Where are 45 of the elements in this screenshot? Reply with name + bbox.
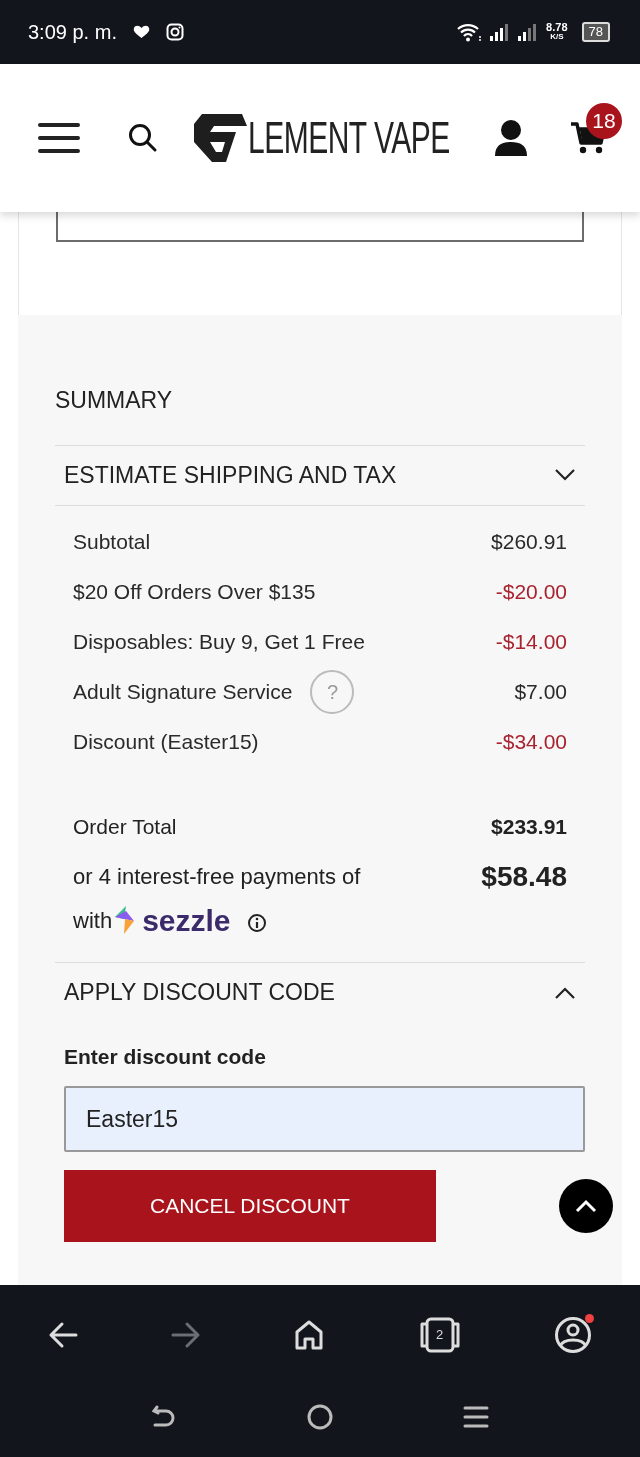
summary-amount: -$34.00	[495, 728, 567, 755]
user-icon[interactable]	[492, 119, 530, 157]
summary-amount: -$20.00	[495, 578, 567, 605]
battery-indicator: 78	[581, 22, 610, 42]
signal-icon	[490, 23, 511, 41]
signal-icon	[518, 23, 539, 41]
home-icon[interactable]	[293, 1319, 325, 1351]
with-text: with	[73, 906, 113, 935]
clock-time: 3:09 p. m.	[28, 20, 117, 45]
shipping-section-header[interactable]: ESTIMATE SHIPPING AND TAX	[55, 444, 585, 506]
heart-icon	[132, 25, 150, 39]
network-speed: 8.78	[546, 22, 568, 32]
order-total-amount: $233.91	[491, 813, 567, 840]
speed-unit: K/S	[550, 32, 564, 42]
installment-text: or 4 interest-free payments of	[73, 863, 361, 891]
summary-amount: -$14.00	[495, 628, 567, 655]
discount-code-field[interactable]: Easter15	[64, 1086, 585, 1152]
field-label: Enter discount code	[63, 1043, 267, 1070]
cart-count-badge: 18	[586, 103, 622, 139]
recent-apps-icon[interactable]	[463, 1404, 489, 1430]
system-home-icon[interactable]	[307, 1404, 333, 1430]
back-arrow-icon[interactable]	[48, 1321, 78, 1349]
wifi-icon	[456, 22, 483, 42]
search-icon[interactable]	[128, 123, 158, 153]
summary-amount: $7.00	[514, 678, 567, 705]
menu-icon[interactable]	[38, 122, 80, 154]
system-back-icon[interactable]	[151, 1404, 177, 1430]
discount-section-header[interactable]: APPLY DISCOUNT CODE	[55, 961, 585, 1023]
installment-amount: $58.48	[481, 859, 567, 894]
chevron-up-icon	[574, 1198, 598, 1214]
info-icon[interactable]	[246, 913, 267, 933]
cancel-discount-button[interactable]: CANCEL DISCOUNT	[64, 1170, 436, 1242]
provider-name: sezzle	[142, 902, 231, 939]
summary-label: Subtotal	[73, 528, 151, 555]
summary-label: Disposables: Buy 9, Get 1 Free	[73, 628, 365, 655]
summary-amount: $260.91	[491, 528, 567, 555]
summary-label: Adult Signature Service	[73, 678, 293, 705]
logo-text: LEMENT VAPE	[248, 116, 450, 160]
camera-icon	[165, 23, 184, 41]
scroll-to-top-button[interactable]	[559, 1179, 613, 1233]
summary-label: $20 Off Orders Over $135	[73, 578, 316, 605]
summary-heading: SUMMARY	[55, 386, 174, 415]
summary-label: Discount (Easter15)	[73, 728, 259, 755]
order-total-label: Order Total	[73, 813, 177, 840]
account-button[interactable]	[554, 1316, 592, 1354]
